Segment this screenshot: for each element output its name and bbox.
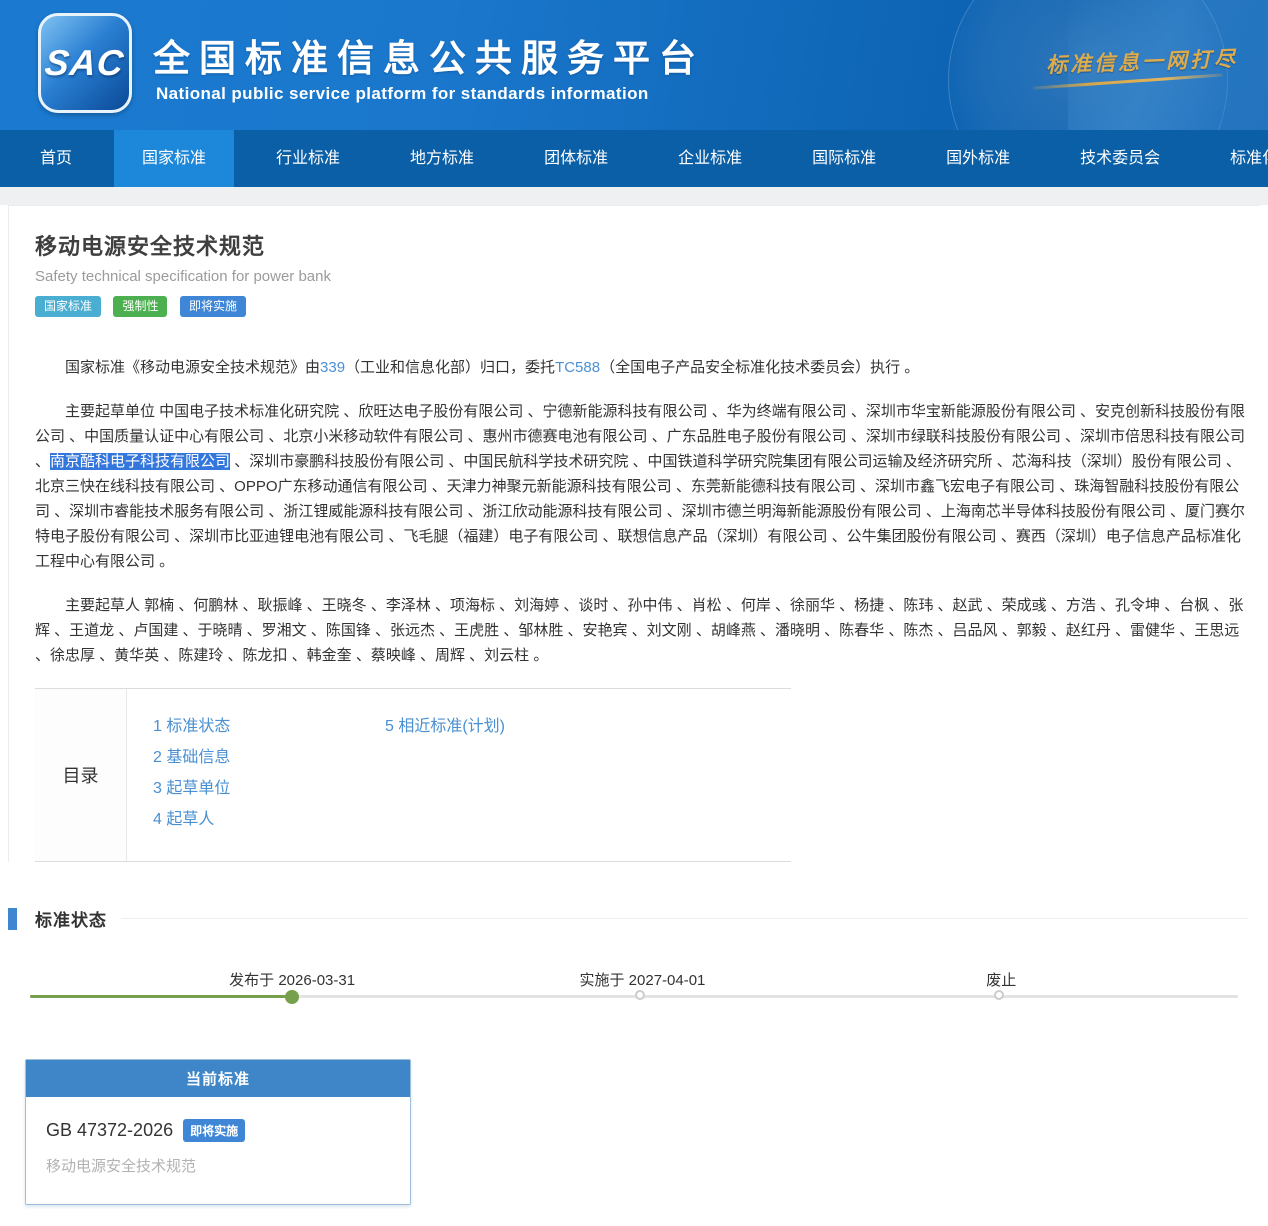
intro-text-2: （工业和信息化部）归口，委托 bbox=[345, 359, 555, 376]
standard-code[interactable]: GB 47372-2026 bbox=[46, 1120, 173, 1141]
nav-item-national-standards[interactable]: 国家标准 bbox=[114, 130, 234, 187]
sac-logo[interactable]: SAC bbox=[38, 13, 132, 113]
nav-item-foreign-standards[interactable]: 国外标准 bbox=[918, 130, 1038, 187]
section-divider-line bbox=[121, 918, 1248, 919]
page-title: 移动电源安全技术规范 bbox=[35, 229, 1246, 261]
status-section-title: 标准状态 bbox=[35, 906, 107, 931]
standard-description: 国家标准《移动电源安全技术规范》由339（工业和信息化部）归口，委托TC588（… bbox=[35, 355, 1246, 668]
card-body: GB 47372-2026 即将实施 移动电源安全技术规范 bbox=[26, 1097, 410, 1204]
site-subtitle: National public service platform for sta… bbox=[156, 84, 649, 104]
toc-item-drafting-orgs[interactable]: 3 起草单位 bbox=[153, 773, 385, 804]
toc-column-2: 5 相近标准(计划) bbox=[385, 711, 505, 835]
toc-item-standard-status[interactable]: 1 标准状态 bbox=[153, 711, 385, 742]
department-code-link[interactable]: 339 bbox=[320, 359, 345, 376]
toc-item-basic-info[interactable]: 2 基础信息 bbox=[153, 742, 385, 773]
committee-code-link[interactable]: TC588 bbox=[555, 359, 600, 376]
orgs-text-after: 、深圳市豪鹏科技股份有限公司 、中国民航科学技术研究院 、中国铁道科学研究院集团… bbox=[35, 453, 1245, 570]
tag-mandatory: 强制性 bbox=[113, 296, 167, 317]
timeline-label-published: 发布于 2026-03-31 bbox=[229, 969, 355, 990]
page-title-english: Safety technical specification for power… bbox=[35, 268, 1246, 285]
card-header: 当前标准 bbox=[26, 1060, 410, 1097]
timeline-label-abolished: 废止 bbox=[986, 969, 1016, 990]
nav-item-international-standards[interactable]: 国际标准 bbox=[784, 130, 904, 187]
highlighted-org: 南京酷科电子科技有限公司 bbox=[50, 453, 230, 470]
site-title: 全国标准信息公共服务平台 bbox=[153, 28, 705, 82]
drafters-paragraph: 主要起草人 郭楠 、何鹏林 、耿振峰 、王晓冬 、李泽林 、项海标 、刘海婷 、… bbox=[35, 593, 1246, 668]
header-separator bbox=[0, 187, 1268, 205]
intro-text-3: （全国电子产品安全标准化技术委员会）执行 。 bbox=[600, 359, 919, 376]
nav-item-enterprise-standards[interactable]: 企业标准 bbox=[650, 130, 770, 187]
toc-item-similar-standards[interactable]: 5 相近标准(计划) bbox=[385, 711, 505, 742]
sac-logo-text: SAC bbox=[43, 42, 126, 84]
tag-row: 国家标准 强制性 即将实施 bbox=[35, 296, 1246, 317]
nav-item-technical-committees[interactable]: 技术委员会 bbox=[1052, 130, 1188, 187]
timeline-dot-implemented bbox=[635, 990, 645, 1000]
card-code-row: GB 47372-2026 即将实施 bbox=[46, 1119, 390, 1142]
toc-item-drafters[interactable]: 4 起草人 bbox=[153, 804, 385, 835]
timeline-dot-published bbox=[285, 990, 299, 1004]
section-marker bbox=[8, 908, 17, 930]
content-panel: 移动电源安全技术规范 Safety technical specificatio… bbox=[8, 205, 1260, 862]
intro-paragraph: 国家标准《移动电源安全技术规范》由339（工业和信息化部）归口，委托TC588（… bbox=[35, 355, 1246, 380]
status-timeline: 发布于 2026-03-31 实施于 2027-04-01 废止 bbox=[30, 957, 1238, 1029]
toc-column-1: 1 标准状态 2 基础信息 3 起草单位 4 起草人 bbox=[153, 711, 385, 835]
tag-upcoming: 即将实施 bbox=[180, 296, 246, 317]
toc-columns: 1 标准状态 2 基础信息 3 起草单位 4 起草人 5 相近标准(计划) bbox=[127, 689, 505, 861]
toc-label: 目录 bbox=[35, 689, 127, 861]
timeline-dot-abolished bbox=[994, 990, 1004, 1000]
standard-name: 移动电源安全技术规范 bbox=[46, 1155, 390, 1176]
intro-text-1: 国家标准《移动电源安全技术规范》由 bbox=[65, 359, 320, 376]
header-banner: SAC 全国标准信息公共服务平台 National public service… bbox=[0, 0, 1268, 130]
timeline-progress bbox=[30, 995, 292, 998]
current-standard-card[interactable]: 当前标准 GB 47372-2026 即将实施 移动电源安全技术规范 bbox=[25, 1059, 411, 1205]
upcoming-badge: 即将实施 bbox=[183, 1119, 245, 1142]
table-of-contents: 目录 1 标准状态 2 基础信息 3 起草单位 4 起草人 5 相近标准(计划) bbox=[35, 688, 791, 862]
tag-national-standard: 国家标准 bbox=[35, 296, 101, 317]
nav-item-home[interactable]: 首页 bbox=[12, 130, 100, 187]
nav-item-local-standards[interactable]: 地方标准 bbox=[382, 130, 502, 187]
status-section-header: 标准状态 bbox=[8, 906, 1248, 931]
drafting-orgs-paragraph: 主要起草单位 中国电子技术标准化研究院 、欣旺达电子股份有限公司 、宁德新能源科… bbox=[35, 399, 1246, 574]
nav-item-standardization-talent[interactable]: 标准化人才 bbox=[1202, 130, 1268, 187]
nav-item-group-standards[interactable]: 团体标准 bbox=[516, 130, 636, 187]
timeline-label-implemented: 实施于 2027-04-01 bbox=[580, 969, 706, 990]
main-nav: 首页 国家标准 行业标准 地方标准 团体标准 企业标准 国际标准 国外标准 技术… bbox=[0, 130, 1268, 187]
nav-item-industry-standards[interactable]: 行业标准 bbox=[248, 130, 368, 187]
